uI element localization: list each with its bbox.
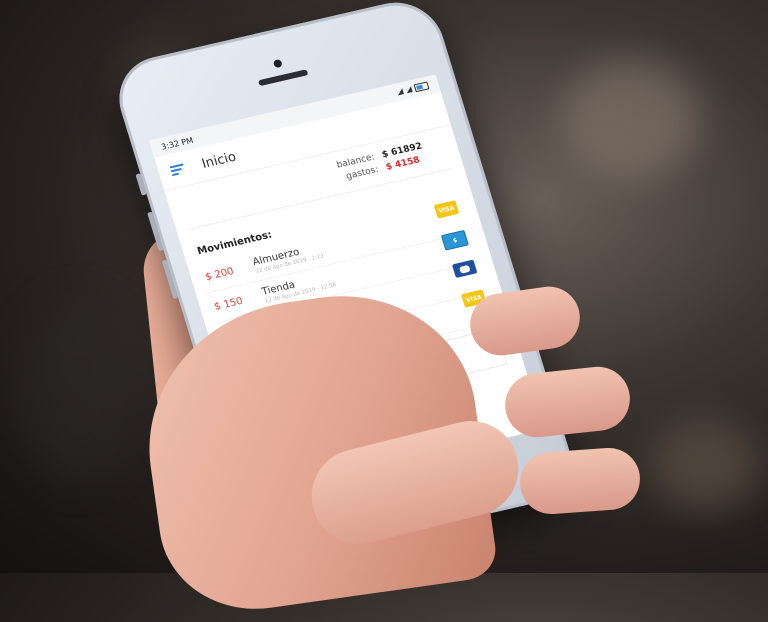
movement-amount: $ 300 bbox=[231, 354, 263, 372]
background-bokeh bbox=[650, 420, 760, 510]
background-bokeh bbox=[20, 300, 140, 480]
signal-icon bbox=[396, 88, 404, 96]
menu-icon[interactable] bbox=[169, 163, 186, 177]
status-icons bbox=[396, 81, 430, 96]
movement-amount: $ 150 bbox=[212, 295, 245, 313]
smartphone: 3:32 PM Inicio balance: gastos: $ 61892 … bbox=[108, 0, 582, 567]
page-title: Inicio bbox=[199, 149, 238, 172]
background-bokeh bbox=[560, 60, 700, 180]
wifi-icon bbox=[405, 86, 413, 94]
movement-amount: $ 200 bbox=[203, 265, 235, 283]
report-icon bbox=[253, 393, 274, 413]
phone-screen: 3:32 PM Inicio balance: gastos: $ 61892 … bbox=[149, 74, 544, 496]
battery-icon bbox=[413, 81, 430, 93]
movement-amount: $ 1200 bbox=[222, 323, 260, 343]
